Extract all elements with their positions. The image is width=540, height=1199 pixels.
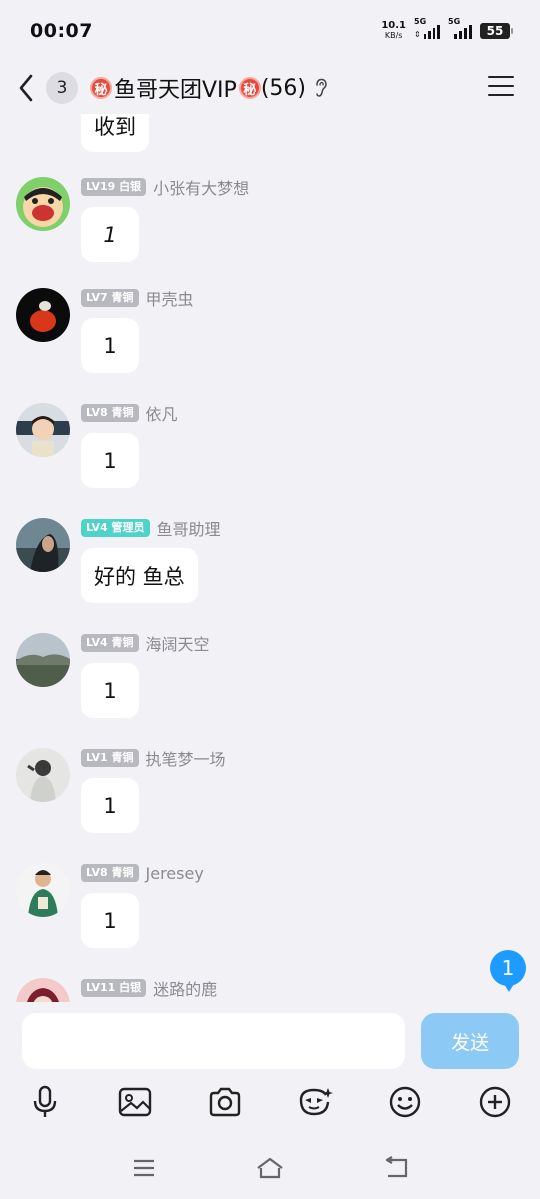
battery-icon: 55 — [480, 23, 513, 39]
smiley-icon[interactable] — [385, 1082, 425, 1122]
message-bubble[interactable]: 收到 — [81, 114, 149, 152]
avatar[interactable] — [16, 633, 70, 687]
avatar[interactable] — [16, 863, 70, 917]
level-badge: LV8 青铜 — [81, 864, 139, 882]
avatar[interactable] — [16, 518, 70, 572]
sender-meta: LV8 青铜 Jeresey — [81, 863, 204, 883]
sender-name[interactable]: 海阔天空 — [146, 631, 210, 655]
sim2-label: 5G — [448, 17, 461, 26]
avatar[interactable] — [16, 978, 70, 1002]
avatar[interactable] — [16, 288, 70, 342]
message-bubble[interactable]: 1 — [81, 318, 139, 373]
sender-meta: LV4 管理员 鱼哥助理 — [81, 516, 221, 540]
status-time: 00:07 — [30, 20, 93, 42]
status-indicators: 10.1 KB/s 5G ⇕ 5G 55 — [381, 17, 513, 41]
level-badge: LV19 白银 — [81, 178, 147, 196]
send-button[interactable]: 发送 — [421, 1013, 519, 1069]
level-badge: LV1 青铜 — [81, 749, 139, 767]
level-badge: LV11 白银 — [81, 979, 147, 997]
plus-icon[interactable] — [475, 1082, 515, 1122]
emoji-sticker-icon[interactable] — [295, 1082, 335, 1122]
sender-name[interactable]: 小张有大梦想 — [153, 175, 249, 199]
home-icon[interactable] — [255, 1153, 285, 1183]
message-bubble[interactable]: 1 — [81, 433, 139, 488]
sender-name[interactable]: 迷路的鹿 — [153, 976, 217, 1000]
secret-chat-icon: 秘 — [90, 77, 112, 99]
status-bar: 00:07 10.1 KB/s 5G ⇕ 5G 55 — [0, 0, 540, 62]
group-title[interactable]: 秘 鱼哥天团VIP 秘 (56) — [90, 72, 328, 104]
network-speed: 10.1 KB/s — [381, 21, 406, 41]
group-name: 鱼哥天团VIP — [114, 78, 237, 103]
sender-name[interactable]: Jeresey — [146, 864, 204, 883]
admin-badge: LV4 管理员 — [81, 519, 150, 537]
input-toolbar — [0, 1079, 540, 1125]
data-arrows-icon: ⇕ — [414, 30, 421, 39]
sender-meta: LV19 白银 小张有大梦想 — [81, 175, 249, 199]
sender-meta: LV1 青铜 执笔梦一场 — [81, 746, 226, 770]
level-badge: LV4 青铜 — [81, 634, 139, 652]
chevron-left-icon — [19, 74, 33, 102]
message-bubble[interactable]: 好的 鱼总 — [81, 548, 198, 603]
avatar[interactable] — [16, 403, 70, 457]
back-icon[interactable] — [381, 1153, 411, 1183]
level-badge: LV8 青铜 — [81, 404, 139, 422]
back-button[interactable] — [18, 73, 40, 103]
message-bubble[interactable]: 1 — [81, 778, 139, 833]
new-message-badge[interactable]: 1 — [490, 950, 526, 992]
input-bar: 发送 — [0, 1003, 540, 1079]
sender-meta: LV8 青铜 依凡 — [81, 401, 178, 425]
sim1-label: 5G — [414, 17, 427, 26]
network-speed-unit: KB/s — [384, 31, 403, 40]
message-bubble[interactable]: 1 — [81, 207, 139, 262]
sender-name[interactable]: 甲壳虫 — [146, 286, 194, 310]
system-nav-bar — [0, 1140, 540, 1196]
menu-icon[interactable] — [488, 76, 514, 98]
signal-icon-sim2: 5G — [448, 17, 472, 39]
member-count: (56) — [260, 75, 306, 101]
message-bubble[interactable]: 1 — [81, 893, 139, 948]
sender-meta: LV11 白银 迷路的鹿 — [81, 976, 217, 1000]
message-input[interactable] — [22, 1013, 405, 1069]
signal-icon-sim1: 5G ⇕ — [414, 17, 441, 39]
sender-name[interactable]: 依凡 — [146, 401, 178, 425]
chat-header: 3 秘 鱼哥天团VIP 秘 (56) — [0, 62, 540, 114]
secret-chat-icon-2: 秘 — [238, 77, 261, 99]
sender-meta: LV4 青铜 海阔天空 — [81, 631, 210, 655]
avatar[interactable] — [16, 748, 70, 802]
ear-icon — [316, 78, 327, 97]
microphone-icon[interactable] — [25, 1082, 65, 1122]
sender-meta: LV7 青铜 甲壳虫 — [81, 286, 194, 310]
sender-name[interactable]: 执笔梦一场 — [146, 746, 226, 770]
sender-name[interactable]: 鱼哥助理 — [157, 516, 221, 540]
avatar[interactable] — [16, 177, 70, 231]
image-icon[interactable] — [115, 1082, 155, 1122]
message-bubble[interactable]: 1 — [81, 663, 139, 718]
network-speed-value: 10.1 — [381, 20, 406, 31]
level-badge: LV7 青铜 — [81, 289, 139, 307]
message-list[interactable]: 收到 LV19 白银 小张有大梦想 1 LV7 青铜 甲壳虫 1 LV8 青铜 … — [0, 114, 540, 1002]
unread-count-badge[interactable]: 3 — [46, 72, 78, 104]
camera-icon[interactable] — [205, 1082, 245, 1122]
menu-icon[interactable] — [129, 1153, 159, 1183]
